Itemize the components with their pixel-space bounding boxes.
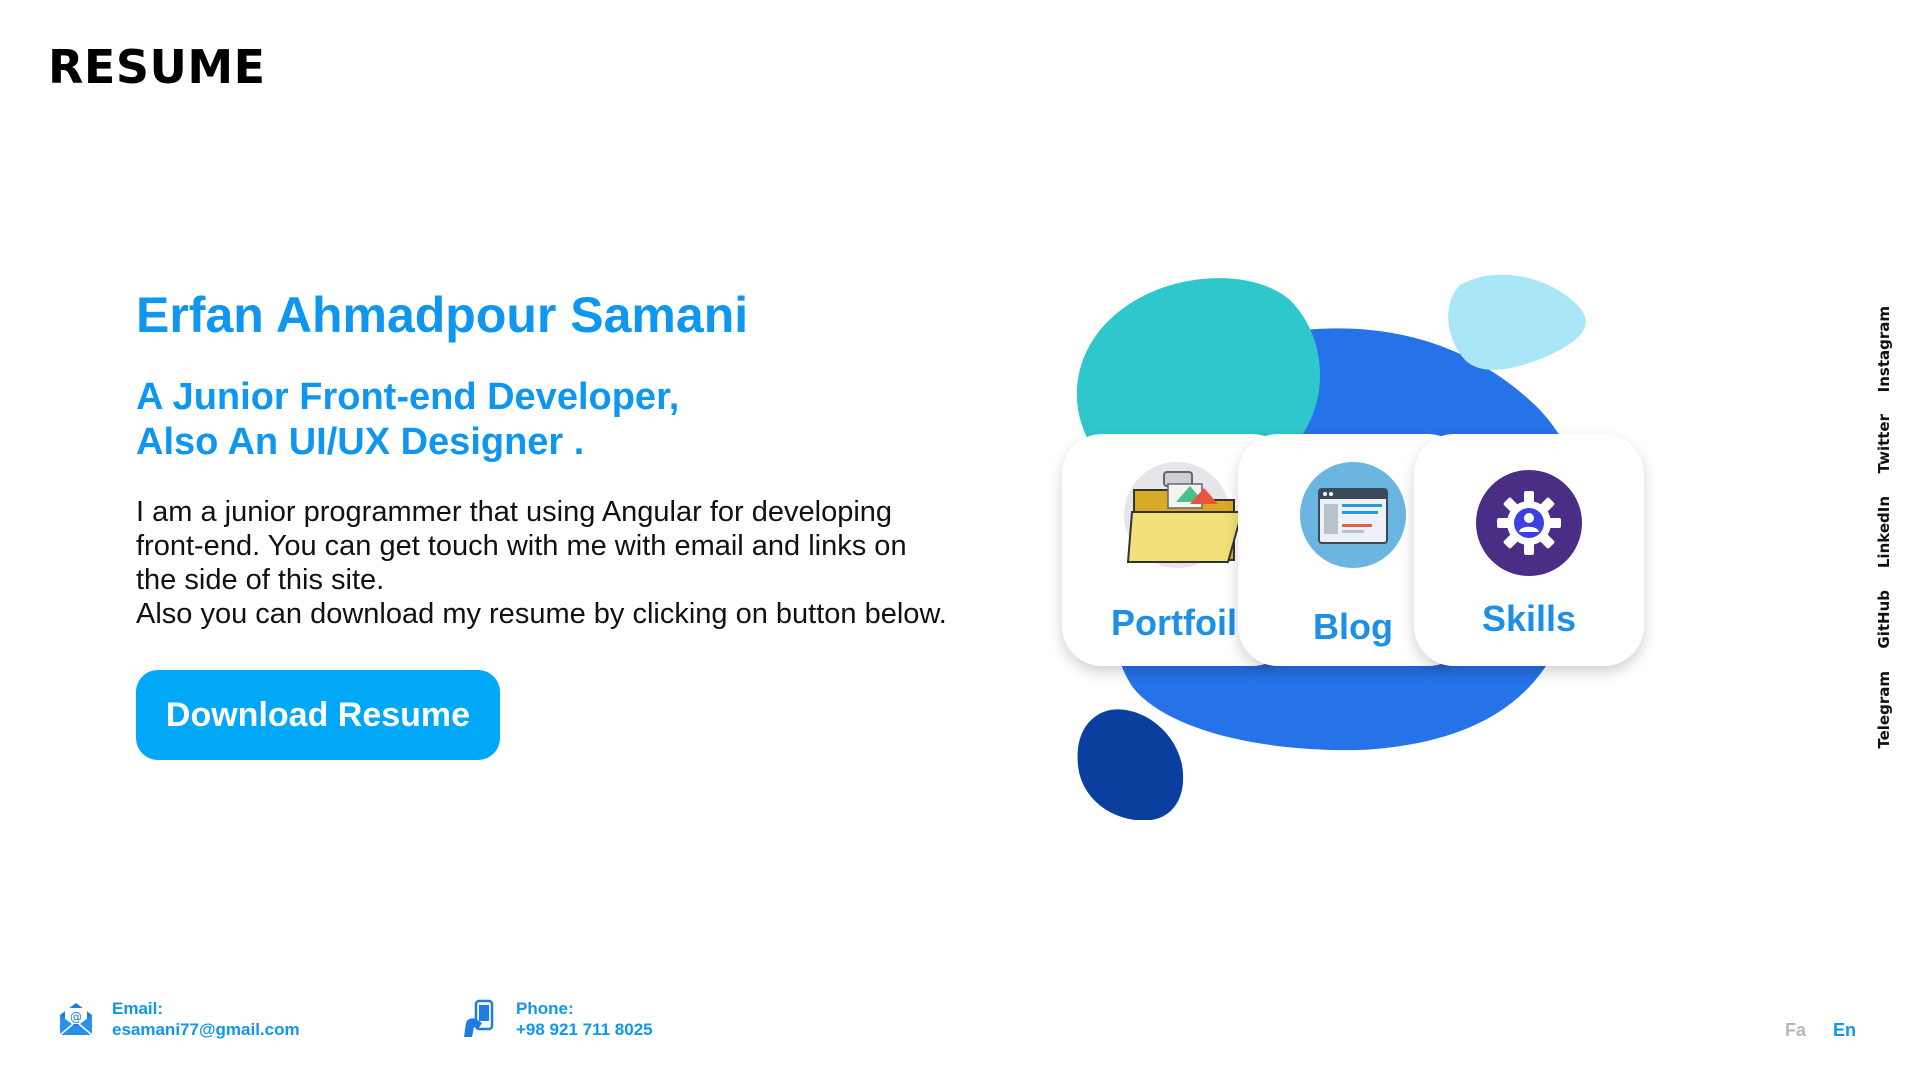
bio-text: I am a junior programmer that using Angu… xyxy=(136,495,996,631)
social-link-twitter[interactable]: Twitter xyxy=(1875,414,1893,474)
blob-navy xyxy=(1077,709,1184,821)
social-link-github[interactable]: GitHub xyxy=(1875,590,1893,649)
blob-light xyxy=(1448,274,1586,370)
bio-line: the side of this site. xyxy=(136,563,385,596)
hero-section: Erfan Ahmadpour Samani A Junior Front-en… xyxy=(136,284,996,631)
social-links: Instagram Twitter LinkedIn GitHub Telegr… xyxy=(1872,306,1896,770)
language-switcher: Fa En xyxy=(1763,1020,1856,1041)
site-brand[interactable]: RESUME xyxy=(48,40,266,94)
lang-en-option[interactable]: En xyxy=(1833,1020,1856,1040)
bio-line: Also you can download my resume by click… xyxy=(136,597,947,630)
phone-label: Phone: xyxy=(516,999,574,1018)
gear-user-icon xyxy=(1497,491,1561,555)
bio-line: front-end. You can get touch with me wit… xyxy=(136,529,907,562)
phone-contact[interactable]: Phone: +98 921 711 8025 xyxy=(460,998,653,1040)
card-label: Skills xyxy=(1481,598,1577,639)
email-contact[interactable]: @ Email: esamani77@gmail.com xyxy=(56,998,300,1040)
folder-icon xyxy=(1126,471,1244,563)
lang-fa-option[interactable]: Fa xyxy=(1785,1020,1806,1040)
svg-text:@: @ xyxy=(70,1010,82,1024)
social-link-instagram[interactable]: Instagram xyxy=(1875,306,1893,392)
email-icon: @ xyxy=(59,1003,93,1036)
phone-text: Phone: +98 921 711 8025 xyxy=(516,998,653,1040)
phone-icon xyxy=(464,999,494,1037)
email-value[interactable]: esamani77@gmail.com xyxy=(112,1019,300,1040)
tagline: A Junior Front-end Developer, Also An UI… xyxy=(136,375,996,465)
person-name: Erfan Ahmadpour Samani xyxy=(136,287,749,343)
social-link-telegram[interactable]: Telegram xyxy=(1875,671,1893,749)
bio-line: I am a junior programmer that using Angu… xyxy=(136,495,893,528)
email-text: Email: esamani77@gmail.com xyxy=(112,998,300,1040)
tagline-line: Also An UI/UX Designer . xyxy=(136,420,585,463)
tagline-line: A Junior Front-end Developer, xyxy=(136,375,680,418)
email-label: Email: xyxy=(112,999,164,1018)
skills-card[interactable]: Skills xyxy=(1414,434,1644,666)
download-resume-button[interactable]: Download Resume xyxy=(136,670,500,760)
phone-value[interactable]: +98 921 711 8025 xyxy=(516,1019,653,1040)
social-link-linkedin[interactable]: LinkedIn xyxy=(1875,496,1893,568)
browser-window-icon xyxy=(1318,488,1388,544)
